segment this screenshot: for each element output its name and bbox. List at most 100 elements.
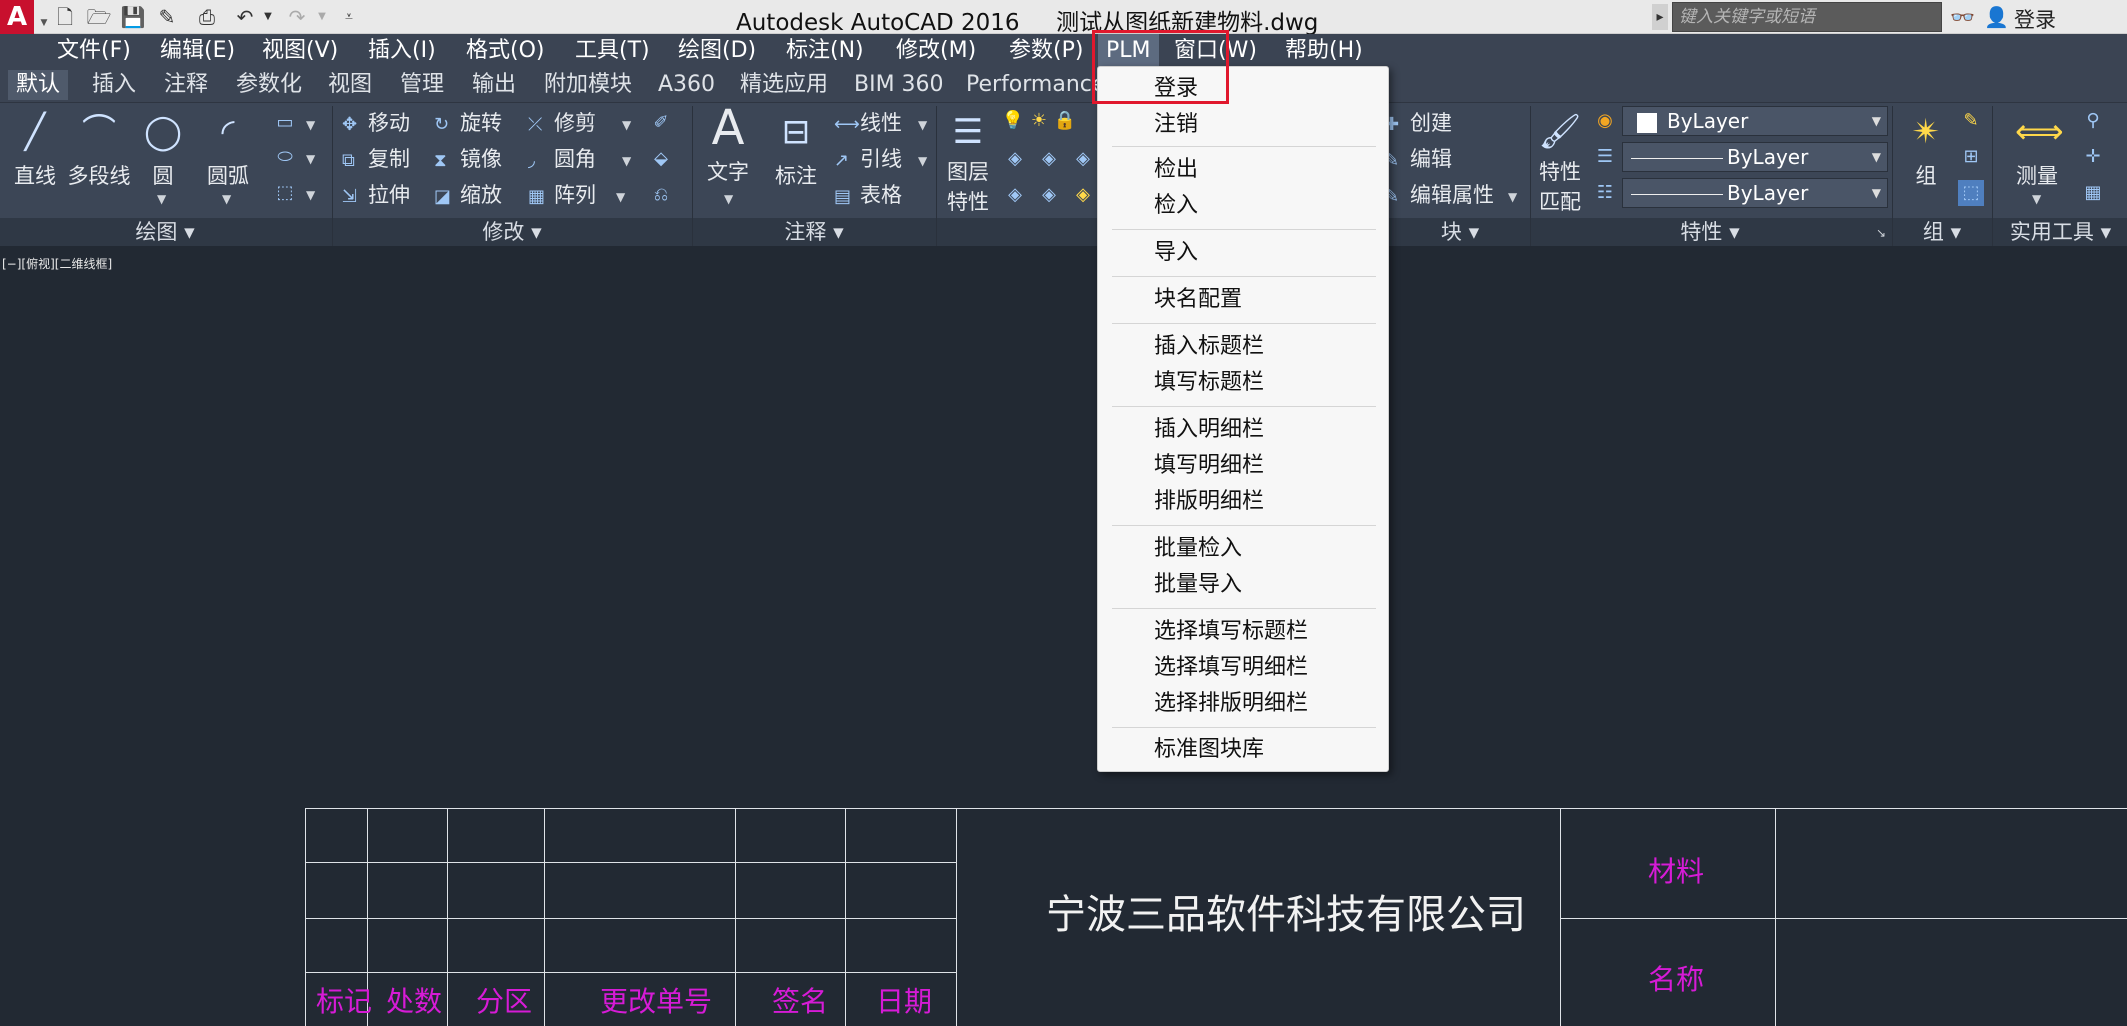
- fillet-tool[interactable]: ◞ 圆角: [528, 144, 596, 174]
- linetype-select[interactable]: ByLayer ▼: [1622, 142, 1888, 172]
- menu-file[interactable]: 文件(F): [57, 34, 131, 68]
- layer-tool-icon[interactable]: ◈: [1036, 146, 1062, 172]
- user-icon[interactable]: 👤: [1984, 4, 2009, 30]
- mirror-tool[interactable]: ⧗ 镜像: [434, 144, 502, 174]
- plm-layout-bom[interactable]: 排版明细栏: [1154, 487, 1264, 517]
- explode-icon[interactable]: ⬙: [648, 146, 674, 172]
- app-menu-button[interactable]: A: [0, 0, 34, 34]
- properties-dialog-launcher-icon[interactable]: ↘: [1876, 226, 1886, 240]
- layer-tool-icon[interactable]: ◈: [1070, 182, 1096, 208]
- customize-quick-access-icon[interactable]: ⩡: [336, 4, 362, 30]
- erase-icon[interactable]: ✐: [648, 110, 674, 136]
- plm-select-layout-bom[interactable]: 选择排版明细栏: [1154, 689, 1308, 719]
- new-file-icon[interactable]: 🗋: [52, 4, 78, 30]
- layer-tool-icon[interactable]: ◈: [1070, 146, 1096, 172]
- circle-dropdown-icon[interactable]: ▼: [157, 192, 166, 206]
- trim-dropdown-icon[interactable]: ▼: [622, 118, 631, 132]
- menu-parametric[interactable]: 参数(P): [1009, 34, 1083, 68]
- ungroup-icon[interactable]: ⊞: [1958, 144, 1984, 170]
- tab-bim360[interactable]: BIM 360: [854, 70, 944, 100]
- app-menu-arrow-icon[interactable]: ▼: [40, 10, 48, 36]
- point-icon[interactable]: ✛: [2080, 144, 2106, 170]
- lock-icon[interactable]: 🔒: [1052, 108, 1078, 134]
- dimension-tool[interactable]: ⊟ 标注: [768, 110, 824, 190]
- utilities-group-label[interactable]: 实用工具 ▾: [1994, 218, 2127, 246]
- menu-help[interactable]: 帮助(H): [1285, 34, 1363, 68]
- edit-attributes-tool[interactable]: ✎ 编辑属性: [1384, 180, 1494, 210]
- tab-insert[interactable]: 插入: [92, 70, 136, 100]
- polyline-tool[interactable]: ⌒ 多段线: [66, 110, 132, 190]
- trim-tool[interactable]: ⤫ 修剪: [528, 108, 596, 138]
- color-select[interactable]: ByLayer ▼: [1622, 106, 1888, 136]
- tab-a360[interactable]: A360: [658, 70, 715, 100]
- layer-properties-tool[interactable]: ☰ 图层 特性: [942, 110, 994, 216]
- properties-group-label[interactable]: 特性 ▾: [1532, 218, 1888, 246]
- block-group-label[interactable]: 块 ▾: [1390, 218, 1530, 246]
- arc-dropdown-icon[interactable]: ▼: [222, 192, 231, 206]
- boundary-icon[interactable]: ⬚: [272, 180, 298, 206]
- binoculars-icon[interactable]: 👓: [1950, 4, 1975, 30]
- menu-modify[interactable]: 修改(M): [896, 34, 976, 68]
- menu-edit[interactable]: 编辑(E): [160, 34, 235, 68]
- hatch-icon[interactable]: ⬭: [272, 144, 298, 170]
- text-tool[interactable]: A 文字: [702, 104, 754, 186]
- move-tool[interactable]: ✥ 移动: [342, 108, 410, 138]
- layer-tool-icon[interactable]: ◈: [1002, 146, 1028, 172]
- redo-icon[interactable]: ↷: [284, 4, 310, 30]
- plm-batch-import[interactable]: 批量导入: [1154, 570, 1242, 600]
- tab-default[interactable]: 默认: [8, 70, 69, 100]
- quick-select-icon[interactable]: ⚲: [2080, 108, 2106, 134]
- sun-icon[interactable]: ☀: [1026, 108, 1052, 134]
- copy-tool[interactable]: ⧉ 复制: [342, 144, 410, 174]
- tab-annotate[interactable]: 注释: [164, 70, 208, 100]
- undo-dropdown-icon[interactable]: ▼: [262, 4, 274, 30]
- save-icon[interactable]: 💾: [120, 4, 146, 30]
- plm-batch-checkin[interactable]: 批量检入: [1154, 534, 1242, 564]
- tab-addins[interactable]: 附加模块: [544, 70, 632, 100]
- leader-dropdown-icon[interactable]: ▼: [918, 154, 927, 168]
- lightbulb-icon[interactable]: 💡: [1000, 108, 1026, 134]
- tab-featured-apps[interactable]: 精选应用: [740, 70, 828, 100]
- tab-performance[interactable]: Performance: [966, 70, 1105, 100]
- plm-select-fill-bom[interactable]: 选择填写明细栏: [1154, 653, 1308, 683]
- boundary-dropdown-icon[interactable]: ▼: [306, 188, 315, 202]
- array-tool[interactable]: ▦ 阵列: [528, 180, 596, 210]
- text-dropdown-icon[interactable]: ▼: [724, 192, 733, 206]
- match-properties-tool[interactable]: 🖌 特性 匹配: [1534, 110, 1586, 216]
- plm-standard-block-library[interactable]: 标准图块库: [1154, 735, 1264, 765]
- rotate-tool[interactable]: ↻ 旋转: [434, 108, 502, 138]
- lineweight-select[interactable]: ByLayer ▼: [1622, 178, 1888, 208]
- array-dropdown-icon[interactable]: ▼: [616, 190, 625, 204]
- plm-import[interactable]: 导入: [1154, 238, 1198, 268]
- search-expand-icon[interactable]: ▸: [1652, 4, 1668, 30]
- leader-tool[interactable]: ↗ 引线: [834, 144, 902, 174]
- plm-insert-title-block[interactable]: 插入标题栏: [1154, 332, 1264, 362]
- tab-parametric[interactable]: 参数化: [236, 70, 302, 100]
- tab-view[interactable]: 视图: [328, 70, 372, 100]
- plm-block-name-config[interactable]: 块名配置: [1154, 285, 1242, 315]
- linear-dropdown-icon[interactable]: ▼: [918, 118, 927, 132]
- menu-view[interactable]: 视图(V): [262, 34, 338, 68]
- measure-tool[interactable]: ⟺ 测量: [2004, 110, 2070, 190]
- edit-block-tool[interactable]: ✎ 编辑: [1384, 144, 1452, 174]
- menu-insert[interactable]: 插入(I): [368, 34, 436, 68]
- modify-group-label[interactable]: 修改 ▾: [334, 218, 690, 246]
- fillet-dropdown-icon[interactable]: ▼: [622, 154, 631, 168]
- plm-fill-bom[interactable]: 填写明细栏: [1154, 451, 1264, 481]
- login-link[interactable]: 登录: [2014, 4, 2056, 34]
- menu-format[interactable]: 格式(O): [466, 34, 544, 68]
- print-icon[interactable]: ⎙: [194, 4, 220, 30]
- arc-tool[interactable]: ◜ 圆弧: [200, 110, 256, 190]
- undo-icon[interactable]: ↶: [232, 4, 258, 30]
- plm-insert-bom[interactable]: 插入明细栏: [1154, 415, 1264, 445]
- calculator-icon[interactable]: ▦: [2080, 180, 2106, 206]
- stretch-tool[interactable]: ⇲ 拉伸: [342, 180, 410, 210]
- menu-tools[interactable]: 工具(T): [575, 34, 650, 68]
- linetype-icon[interactable]: ☷: [1592, 180, 1618, 206]
- edit-attributes-dropdown-icon[interactable]: ▼: [1508, 190, 1517, 204]
- group-edit-icon[interactable]: ✎: [1958, 108, 1984, 134]
- menu-draw[interactable]: 绘图(D): [678, 34, 756, 68]
- circle-tool[interactable]: ◯ 圆: [138, 110, 188, 190]
- open-file-icon[interactable]: 🗁: [86, 4, 112, 30]
- group-tool[interactable]: ✴ 组: [1898, 110, 1954, 190]
